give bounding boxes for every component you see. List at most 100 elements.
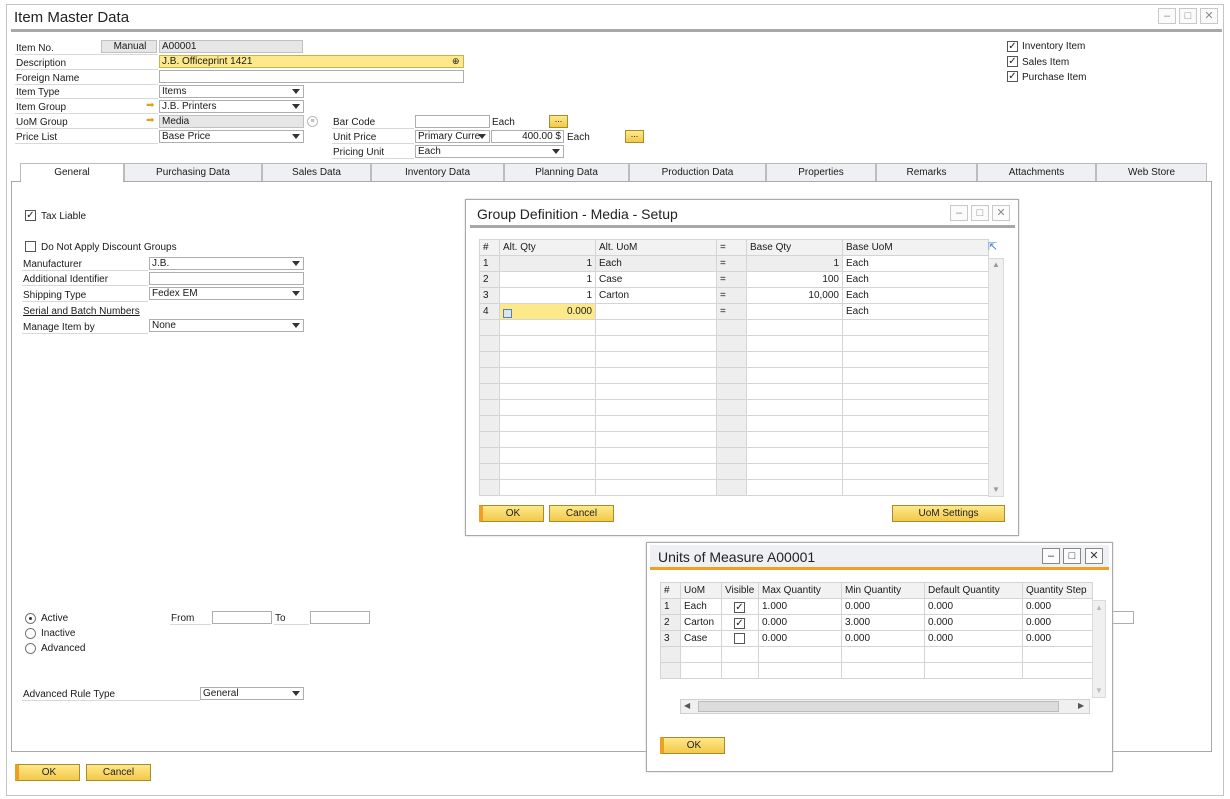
empty-cell[interactable] (499, 399, 596, 416)
vertical-scrollbar[interactable] (1092, 600, 1106, 698)
empty-cell[interactable] (746, 447, 843, 464)
column-header[interactable]: Base Qty (746, 239, 843, 256)
tab-attachments[interactable]: Attachments (977, 163, 1096, 181)
empty-cell[interactable] (746, 367, 843, 384)
empty-cell[interactable] (595, 335, 717, 352)
ok-button[interactable]: OK (479, 505, 544, 522)
min-quantity-cell[interactable]: 0.000 (841, 630, 925, 647)
maximize-icon[interactable]: □ (971, 205, 989, 221)
sales-item-checkbox[interactable]: ✓ (1007, 56, 1018, 67)
row-number[interactable]: 1 (660, 598, 681, 615)
empty-cell[interactable] (924, 662, 1023, 679)
tab-remarks[interactable]: Remarks (876, 163, 977, 181)
empty-cell[interactable] (499, 415, 596, 432)
min-quantity-cell[interactable]: 0.000 (841, 598, 925, 615)
base-uom-cell[interactable]: Each (842, 271, 989, 288)
table-row[interactable]: 3 1 Carton = 10,000 Each (479, 287, 989, 304)
column-header[interactable]: Alt. Qty (499, 239, 596, 256)
quantity-step-cell[interactable]: 0.000 (1022, 614, 1093, 631)
empty-cell[interactable] (758, 646, 842, 663)
link-arrow-icon[interactable]: ➡ (146, 101, 156, 111)
scroll-down-icon[interactable]: ▼ (992, 485, 1000, 494)
inventory-item-checkbox[interactable]: ✓ (1007, 41, 1018, 52)
empty-cell[interactable] (842, 383, 989, 400)
manufacturer-select[interactable]: J.B. (149, 257, 304, 270)
table-row[interactable] (479, 415, 989, 432)
to-date-field[interactable] (310, 611, 370, 624)
empty-cell[interactable] (499, 447, 596, 464)
table-row[interactable]: 4 0.000 = Each (479, 303, 989, 320)
column-header[interactable]: Base UoM (842, 239, 989, 256)
base-qty-cell[interactable] (746, 303, 843, 320)
row-number[interactable]: 2 (479, 271, 500, 288)
empty-cell[interactable] (499, 463, 596, 480)
empty-cell[interactable] (499, 431, 596, 448)
empty-cell[interactable] (746, 351, 843, 368)
empty-cell[interactable] (1022, 646, 1093, 663)
table-row[interactable] (479, 447, 989, 464)
table-row[interactable] (479, 351, 989, 368)
column-header[interactable]: Quantity Step (1022, 582, 1093, 599)
uom-cell[interactable]: Each (680, 598, 722, 615)
translate-icon[interactable]: ⊕ (452, 56, 460, 67)
empty-cell[interactable] (758, 662, 842, 679)
bar-code-field[interactable] (415, 115, 490, 128)
close-icon[interactable]: ✕ (992, 205, 1010, 221)
column-header[interactable]: # (660, 582, 681, 599)
max-quantity-cell[interactable]: 0.000 (758, 630, 842, 647)
foreign-name-field[interactable] (159, 70, 464, 83)
vertical-scrollbar[interactable] (988, 258, 1004, 497)
price-list-select[interactable]: Base Price (159, 130, 304, 143)
column-header[interactable]: Min Quantity (841, 582, 925, 599)
cancel-button[interactable]: Cancel (86, 764, 151, 781)
unit-price-browse-button[interactable]: ... (625, 130, 644, 143)
maximize-icon[interactable]: □ (1063, 548, 1081, 564)
tab-planning-data[interactable]: Planning Data (504, 163, 629, 181)
default-quantity-cell[interactable]: 0.000 (924, 614, 1023, 631)
empty-cell[interactable] (595, 399, 717, 416)
base-qty-cell[interactable]: 10,000 (746, 287, 843, 304)
item-no-series[interactable]: Manual (101, 40, 157, 53)
scroll-right-icon[interactable]: ▶ (1078, 701, 1084, 710)
row-number[interactable]: 1 (479, 255, 500, 272)
table-row[interactable] (479, 463, 989, 480)
empty-cell[interactable] (680, 646, 722, 663)
empty-cell[interactable] (746, 399, 843, 416)
default-quantity-cell[interactable]: 0.000 (924, 598, 1023, 615)
quantity-step-cell[interactable]: 0.000 (1022, 630, 1093, 647)
base-uom-cell[interactable]: Each (842, 287, 989, 304)
uom-cell[interactable]: Case (680, 630, 722, 647)
empty-cell[interactable] (499, 383, 596, 400)
uom-group-field[interactable]: Media (159, 115, 304, 128)
column-header[interactable]: = (716, 239, 747, 256)
empty-cell[interactable] (746, 415, 843, 432)
minimize-icon[interactable]: – (1158, 8, 1176, 24)
alt-qty-cell[interactable]: 1 (499, 287, 596, 304)
column-header[interactable]: # (479, 239, 500, 256)
horizontal-scroll-thumb[interactable] (698, 701, 1059, 712)
close-icon[interactable]: ✕ (1085, 548, 1103, 564)
table-row[interactable]: 2 1 Case = 100 Each (479, 271, 989, 288)
alt-qty-cell[interactable]: 1 (499, 271, 596, 288)
empty-cell[interactable] (746, 479, 843, 496)
empty-cell[interactable] (499, 351, 596, 368)
uom-group-settings-icon[interactable]: ≡ (307, 116, 318, 127)
visible-checkbox[interactable] (734, 632, 745, 644)
empty-cell[interactable] (746, 431, 843, 448)
empty-cell[interactable] (842, 479, 989, 496)
empty-cell[interactable] (842, 463, 989, 480)
link-arrow-icon[interactable]: ➡ (146, 116, 156, 126)
empty-cell[interactable] (721, 662, 759, 679)
empty-cell[interactable] (595, 431, 717, 448)
inactive-radio[interactable] (25, 628, 36, 639)
visible-checkbox[interactable]: ✓ (734, 618, 745, 629)
visible-cell[interactable]: ✓ (721, 598, 759, 615)
empty-cell[interactable] (842, 399, 989, 416)
base-qty-cell[interactable]: 100 (746, 271, 843, 288)
empty-cell[interactable] (595, 447, 717, 464)
table-row[interactable]: 1 1 Each = 1 Each (479, 255, 989, 272)
tab-properties[interactable]: Properties (766, 163, 876, 181)
column-header[interactable]: UoM (680, 582, 722, 599)
tax-liable-checkbox[interactable]: ✓ (25, 210, 36, 221)
min-quantity-cell[interactable]: 3.000 (841, 614, 925, 631)
